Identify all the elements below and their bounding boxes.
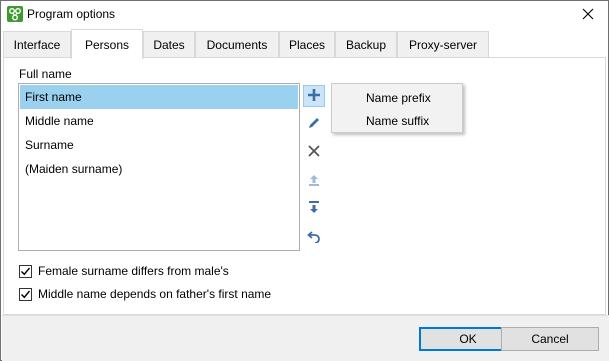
app-tree-icon [7, 6, 23, 22]
title-bar: Program options [1, 1, 608, 29]
delete-x-icon [307, 144, 321, 161]
option-female-surname[interactable]: Female surname differs from male's [19, 262, 229, 280]
move-up-button[interactable] [303, 170, 325, 192]
undo-icon [307, 229, 321, 246]
full-name-label: Full name [19, 67, 72, 81]
move-down-icon [307, 200, 321, 217]
add-button[interactable] [303, 85, 325, 107]
list-item-first-name[interactable]: First name [20, 85, 298, 109]
window-title: Program options [27, 7, 116, 21]
edit-button[interactable] [303, 113, 325, 135]
list-item-maiden-surname[interactable]: (Maiden surname) [20, 157, 298, 181]
delete-button[interactable] [303, 141, 325, 163]
middle-name-label: Middle name depends on father's first na… [38, 287, 272, 301]
plus-icon [307, 88, 321, 105]
tab-documents[interactable]: Documents [195, 31, 279, 58]
middle-name-checkbox[interactable] [19, 287, 32, 301]
menu-item-name-prefix[interactable]: Name prefix [333, 86, 461, 110]
tab-places[interactable]: Places [279, 31, 335, 58]
female-surname-checkbox[interactable] [19, 264, 32, 278]
pencil-icon [307, 116, 321, 133]
move-up-icon [307, 173, 321, 190]
reset-button[interactable] [303, 226, 325, 248]
tab-backup[interactable]: Backup [335, 31, 397, 58]
full-name-listbox[interactable]: First name Middle name Surname (Maiden s… [18, 83, 300, 251]
close-icon[interactable] [576, 3, 600, 25]
option-middle-name[interactable]: Middle name depends on father's first na… [19, 285, 271, 303]
list-item-surname[interactable]: Surname [20, 133, 298, 157]
tab-persons[interactable]: Persons [71, 29, 143, 59]
program-options-window: Program options Interface Persons Dates … [0, 0, 609, 361]
move-down-button[interactable] [303, 197, 325, 219]
cancel-button[interactable]: Cancel [501, 327, 599, 351]
tab-proxy-server[interactable]: Proxy-server [397, 31, 489, 58]
menu-item-name-suffix[interactable]: Name suffix [333, 109, 461, 133]
tab-dates[interactable]: Dates [143, 31, 195, 58]
tab-strip: Interface Persons Dates Documents Places… [3, 29, 606, 59]
tab-interface[interactable]: Interface [3, 31, 71, 58]
add-menu-popup: Name prefix Name suffix [331, 83, 463, 133]
female-surname-label: Female surname differs from male's [38, 264, 229, 278]
list-item-middle-name[interactable]: Middle name [20, 109, 298, 133]
